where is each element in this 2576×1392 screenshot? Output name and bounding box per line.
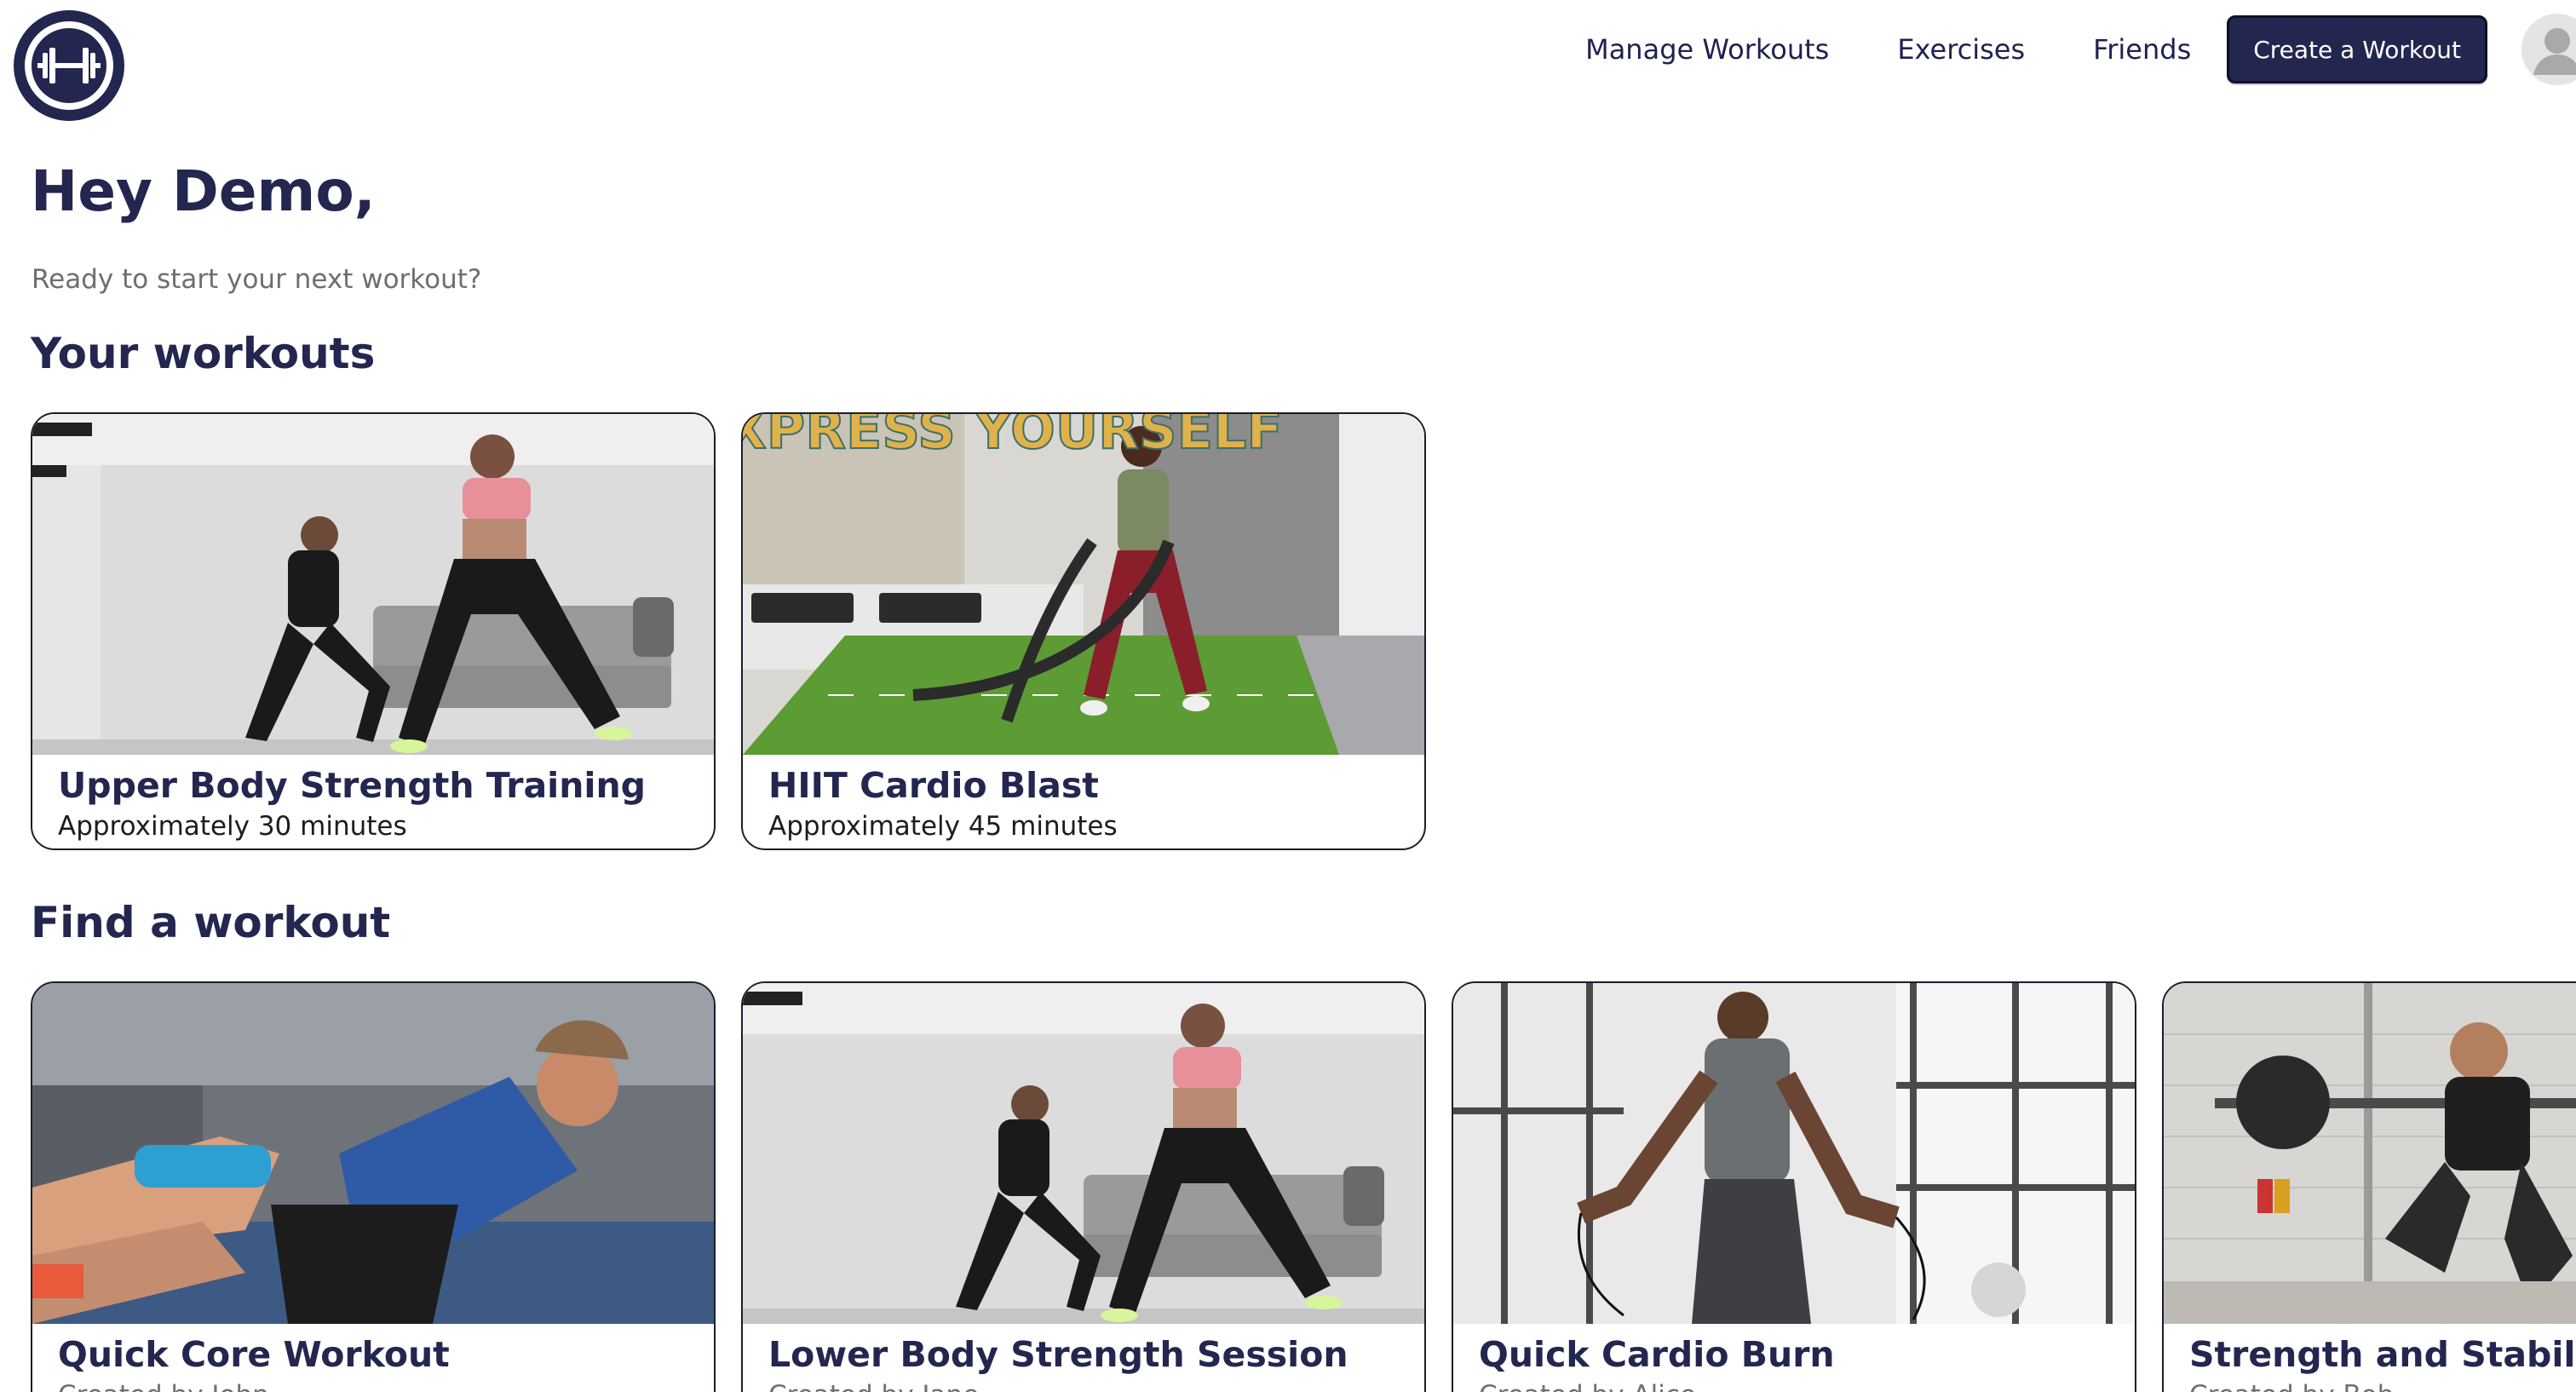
workout-image: XPRESS YOURSELF	[743, 414, 1424, 755]
workout-image	[32, 414, 714, 755]
workout-title: Strength and Stability W	[2189, 1334, 2576, 1375]
workout-duration: Approximately 30 minutes	[58, 811, 407, 842]
workout-card[interactable]: Upper Body Strength Training Approximate…	[31, 412, 716, 850]
greeting-subtitle: Ready to start your next workout?	[32, 264, 482, 295]
workout-title: Upper Body Strength Training	[58, 765, 646, 806]
workout-image	[1453, 983, 2135, 1324]
workout-duration: Approximately 45 minutes	[768, 811, 1118, 842]
workout-author: Created by Alice	[1479, 1380, 1696, 1392]
your-workouts-heading: Your workouts	[31, 329, 376, 378]
user-avatar-icon[interactable]	[2521, 14, 2576, 85]
workout-author: Created by Bob	[2189, 1380, 2394, 1392]
workout-title: Quick Core Workout	[58, 1334, 450, 1375]
dumbbell-icon	[25, 21, 113, 110]
top-nav: Manage Workouts Exercises Friends Create…	[1585, 10, 2576, 89]
create-workout-button[interactable]: Create a Workout	[2227, 15, 2487, 83]
workout-title: Quick Cardio Burn	[1479, 1334, 1835, 1375]
find-workout-row: Quick Core Workout Created by John	[31, 981, 2576, 1392]
workout-author: Created by Jane	[768, 1380, 979, 1392]
workout-card[interactable]: XPRESS YOURSELF HIIT Cardio Blast Approx…	[741, 412, 1426, 850]
greeting-title: Hey Demo,	[31, 158, 376, 224]
workout-image	[2164, 983, 2576, 1324]
workout-image	[743, 983, 1424, 1324]
your-workouts-row: Upper Body Strength Training Approximate…	[31, 412, 1452, 850]
workout-image	[32, 983, 714, 1324]
workout-card[interactable]: Quick Core Workout Created by John	[31, 981, 716, 1392]
nav-exercises[interactable]: Exercises	[1897, 33, 2025, 66]
app-logo[interactable]	[14, 10, 124, 121]
workout-author: Created by John	[58, 1380, 269, 1392]
workout-card[interactable]: Quick Cardio Burn Created by Alice	[1452, 981, 2136, 1392]
wall-mural-text: XPRESS YOURSELF	[743, 414, 1283, 461]
nav-friends[interactable]: Friends	[2093, 33, 2191, 66]
workout-title: Lower Body Strength Session	[768, 1334, 1348, 1375]
workout-title: HIIT Cardio Blast	[768, 765, 1099, 806]
find-workout-heading: Find a workout	[31, 898, 391, 947]
home-page: Manage Workouts Exercises Friends Create…	[0, 0, 2576, 1392]
workout-card[interactable]: Lower Body Strength Session Created by J…	[741, 981, 1426, 1392]
nav-manage-workouts[interactable]: Manage Workouts	[1585, 33, 1829, 66]
workout-card[interactable]: Strength and Stability W Created by Bob	[2162, 981, 2576, 1392]
